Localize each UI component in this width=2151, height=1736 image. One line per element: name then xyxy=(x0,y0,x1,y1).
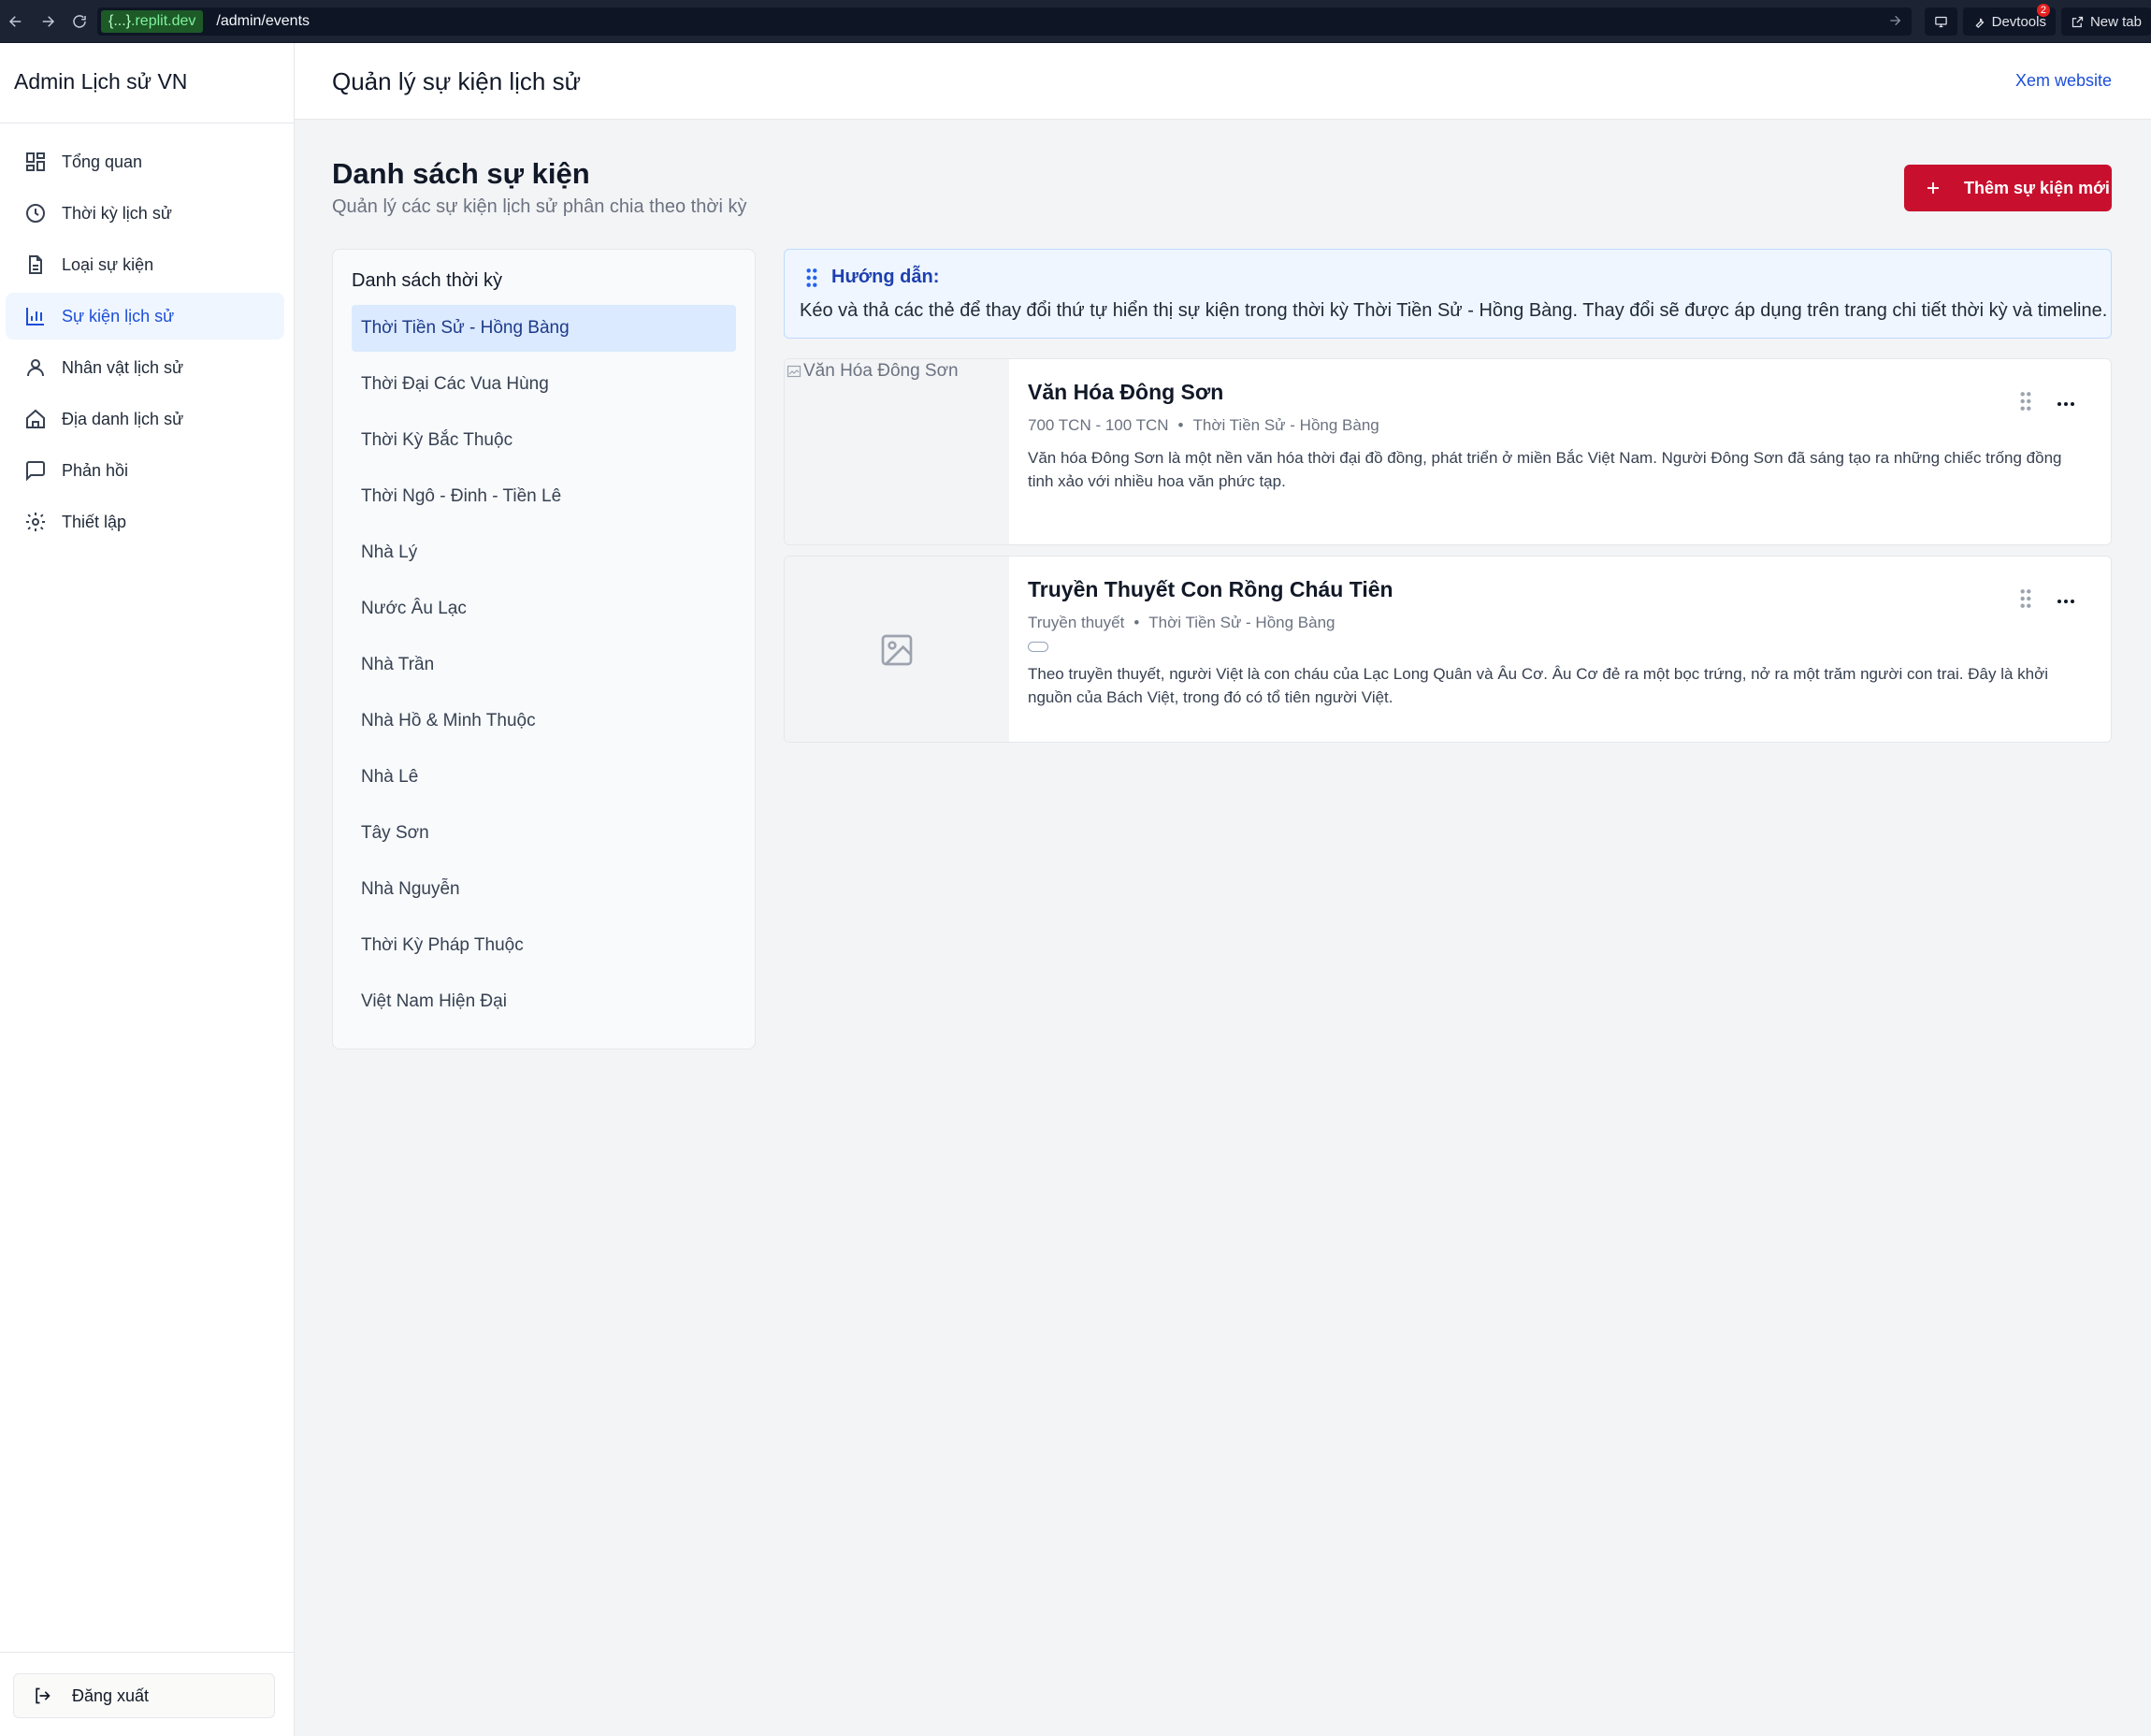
sidebar-item-label: Sự kiện lịch sử xyxy=(62,306,175,326)
sidebar-item-label: Tổng quan xyxy=(62,152,143,171)
monitor-icon xyxy=(1934,16,1947,27)
drag-handle-icon[interactable] xyxy=(2019,391,2032,416)
sidebar-item-overview[interactable]: Tổng quan xyxy=(6,138,284,185)
add-event-label: Thêm sự kiện mới xyxy=(1964,178,2110,197)
browser-toolbar: {...}.replit.dev /admin/events Devtools … xyxy=(0,0,2151,43)
event-card[interactable]: Văn Hóa Đông Sơn Văn Hóa Đông Sơn 700 TC… xyxy=(784,358,2112,545)
sidebar-item-event-types[interactable]: Loại sự kiện xyxy=(6,241,284,288)
period-item[interactable]: Thời Ngô - Đinh - Tiền Lê xyxy=(352,473,736,520)
period-item[interactable]: Nhà Lê xyxy=(352,754,736,801)
back-icon[interactable] xyxy=(0,0,32,43)
event-card[interactable]: Truyền Thuyết Con Rồng Cháu Tiên Truyền … xyxy=(784,556,2112,743)
event-date: Truyền thuyết xyxy=(1028,614,1125,631)
devtools-button[interactable]: Devtools 2 xyxy=(1962,4,2056,36)
sidebar-item-figures[interactable]: Nhân vật lịch sử xyxy=(6,344,284,391)
event-tag-pill xyxy=(1028,642,1048,652)
new-tab-label: New tab xyxy=(2089,13,2142,30)
plus-icon xyxy=(1927,182,1939,194)
header-title: Quản lý sự kiện lịch sử xyxy=(332,67,582,95)
event-description: Văn hóa Đông Sơn là một nền văn hóa thời… xyxy=(1028,449,2062,490)
period-item[interactable]: Nhà Hồ & Minh Thuộc xyxy=(352,698,736,745)
url-path: /admin/events xyxy=(216,13,310,29)
event-period: Thời Tiền Sử - Hồng Bàng xyxy=(1148,614,1335,631)
periods-title: Danh sách thời kỳ xyxy=(352,270,502,291)
sidebar-menu: Tổng quan Thời kỳ lịch sử Loại sự kiện S… xyxy=(0,123,294,545)
sidebar-footer: Đăng xuất xyxy=(0,1652,295,1736)
period-item[interactable]: Thời Kỳ Pháp Thuộc xyxy=(352,922,736,969)
event-title: Văn Hóa Đông Sơn xyxy=(1028,380,1224,404)
sidebar-item-label: Nhân vật lịch sử xyxy=(62,357,184,377)
devtools-label: Devtools xyxy=(1991,13,2046,30)
message-icon xyxy=(26,461,45,482)
event-date: 700 TCN - 100 TCN xyxy=(1028,416,1169,434)
drag-dots-icon xyxy=(806,268,817,287)
sidebar-item-label: Thời kỳ lịch sử xyxy=(62,203,172,223)
meta-separator: • xyxy=(1133,614,1140,631)
meta-separator: • xyxy=(1177,416,1184,434)
forward-icon[interactable] xyxy=(32,0,64,43)
logout-button[interactable]: Đăng xuất xyxy=(13,1673,275,1718)
period-item[interactable]: Thời Kỳ Bắc Thuộc xyxy=(352,417,736,464)
view-website-link[interactable]: Xem website xyxy=(2015,71,2112,91)
sidebar-item-label: Thiết lập xyxy=(62,512,127,531)
logout-label: Đăng xuất xyxy=(72,1685,150,1705)
dashboard-icon xyxy=(26,152,45,171)
event-image: Văn Hóa Đông Sơn xyxy=(785,359,1009,544)
go-arrow-icon[interactable] xyxy=(1887,13,1902,28)
home-icon xyxy=(26,409,45,428)
page-subtitle: Quản lý các sự kiện lịch sử phân chia th… xyxy=(332,196,747,217)
new-tab-button[interactable]: New tab xyxy=(2060,7,2151,36)
logout-icon xyxy=(36,1687,51,1704)
top-header: Quản lý sự kiện lịch sử Xem website xyxy=(295,43,2151,120)
gear-icon xyxy=(26,513,45,531)
reload-icon[interactable] xyxy=(64,0,95,43)
sidebar-item-periods[interactable]: Thời kỳ lịch sử xyxy=(6,190,284,237)
more-options-icon[interactable] xyxy=(2057,593,2075,610)
brand-title: Admin Lịch sử VN xyxy=(0,43,294,123)
sidebar-item-label: Loại sự kiện xyxy=(62,254,154,274)
more-options-icon[interactable] xyxy=(2057,396,2075,412)
sidebar-item-events[interactable]: Sự kiện lịch sử xyxy=(6,293,284,340)
sidebar-item-places[interactable]: Địa danh lịch sử xyxy=(6,396,284,442)
wrench-icon xyxy=(1975,18,1984,28)
drag-handle-icon[interactable] xyxy=(2019,588,2032,614)
document-icon xyxy=(29,255,42,274)
period-item[interactable]: Thời Tiền Sử - Hồng Bàng xyxy=(352,305,736,352)
page-title: Danh sách sự kiện xyxy=(332,157,590,190)
period-item[interactable]: Nhà Trần xyxy=(352,642,736,688)
period-item[interactable]: Nước Âu Lạc xyxy=(352,586,736,632)
user-icon xyxy=(27,359,44,377)
url-domain: {...}.replit.dev xyxy=(101,10,204,33)
broken-image-icon xyxy=(787,365,801,378)
guide-text: Kéo và thả các thẻ để thay đổi thứ tự hi… xyxy=(800,300,2108,321)
external-link-icon xyxy=(2072,16,2084,27)
period-item[interactable]: Nhà Lý xyxy=(352,529,736,576)
sidebar-item-feedback[interactable]: Phản hồi xyxy=(6,447,284,494)
period-item[interactable]: Việt Nam Hiện Đại xyxy=(352,978,736,1025)
guide-box: Hướng dẫn: Kéo và thả các thẻ để thay đổ… xyxy=(784,249,2112,339)
period-item[interactable]: Thời Đại Các Vua Hùng xyxy=(352,361,736,408)
period-item[interactable]: Nhà Nguyễn xyxy=(352,866,736,913)
add-event-button[interactable]: Thêm sự kiện mới xyxy=(1904,165,2112,211)
guide-title: Hướng dẫn: xyxy=(831,267,940,287)
event-period: Thời Tiền Sử - Hồng Bàng xyxy=(1192,416,1379,434)
event-image-placeholder xyxy=(785,557,1009,742)
event-title: Truyền Thuyết Con Rồng Cháu Tiên xyxy=(1028,577,1393,601)
image-placeholder-icon xyxy=(881,634,913,666)
sidebar: Admin Lịch sử VN Tổng quan Thời kỳ lịch … xyxy=(0,43,295,1736)
period-item[interactable]: Tây Sơn xyxy=(352,810,736,857)
sidebar-item-settings[interactable]: Thiết lập xyxy=(6,499,284,545)
bar-chart-icon xyxy=(26,308,44,326)
address-bar[interactable]: {...}.replit.dev /admin/events xyxy=(97,7,1912,36)
sidebar-item-label: Địa danh lịch sử xyxy=(62,409,184,428)
image-alt-text: Văn Hóa Đông Sơn xyxy=(803,361,959,381)
clock-icon xyxy=(26,204,45,223)
devtools-badge: 2 xyxy=(2036,4,2050,17)
event-description: Theo truyền thuyết, người Việt là con ch… xyxy=(1028,665,2049,706)
sidebar-item-label: Phản hồi xyxy=(62,460,129,480)
device-preview-button[interactable] xyxy=(1924,7,1957,36)
periods-panel: Danh sách thời kỳ Thời Tiền Sử - Hồng Bà… xyxy=(332,249,756,1049)
